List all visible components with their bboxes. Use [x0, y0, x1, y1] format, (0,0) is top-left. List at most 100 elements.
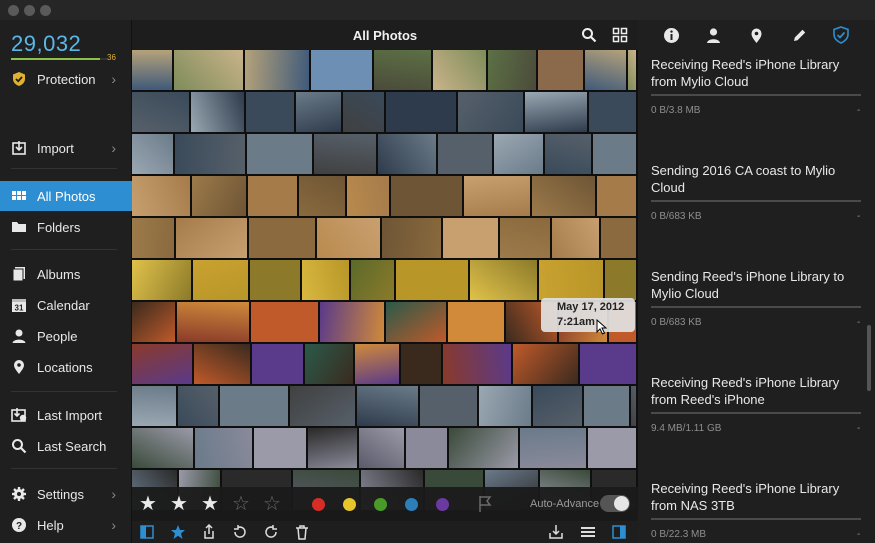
photo-thumbnail[interactable]	[631, 386, 636, 426]
photo-thumbnail[interactable]	[290, 386, 356, 426]
list-view-icon[interactable]	[580, 524, 596, 540]
photo-thumbnail[interactable]	[347, 176, 389, 216]
photo-thumbnail[interactable]	[190, 92, 244, 132]
color-label-yellow[interactable]	[343, 498, 356, 511]
photo-thumbnail[interactable]	[597, 176, 636, 216]
photo-thumbnail[interactable]	[132, 92, 189, 132]
rotate-left-icon[interactable]	[232, 524, 248, 540]
right-panel-toggle-icon[interactable]	[611, 524, 627, 540]
photo-thumbnail[interactable]	[601, 218, 637, 258]
photo-thumbnail[interactable]	[132, 302, 175, 342]
grid-view-icon[interactable]	[612, 27, 628, 48]
star-rating-4[interactable]: ☆	[232, 494, 250, 514]
photo-thumbnail[interactable]	[176, 302, 249, 342]
sidebar-item-folders[interactable]: Folders	[0, 212, 132, 242]
photo-thumbnail[interactable]	[447, 302, 504, 342]
photo-thumbnail[interactable]	[448, 428, 519, 468]
left-panel-toggle-icon[interactable]	[139, 524, 155, 540]
photo-thumbnail[interactable]	[585, 50, 627, 90]
photo-thumbnail[interactable]	[457, 92, 524, 132]
color-label-green[interactable]	[374, 498, 387, 511]
photo-thumbnail[interactable]	[355, 344, 399, 384]
sidebar-item-albums[interactable]: Albums	[0, 259, 132, 289]
flag-icon[interactable]	[477, 495, 493, 518]
photo-thumbnail[interactable]	[385, 92, 456, 132]
export-icon[interactable]	[548, 524, 564, 540]
photo-thumbnail[interactable]	[538, 50, 584, 90]
photo-thumbnail[interactable]	[584, 386, 630, 426]
shield-icon[interactable]	[832, 26, 850, 44]
sidebar-item-last-search[interactable]: Last Search	[0, 431, 132, 461]
photo-grid[interactable]	[132, 50, 638, 512]
photo-thumbnail[interactable]	[499, 218, 551, 258]
photo-thumbnail[interactable]	[442, 344, 512, 384]
star-rating-2[interactable]: ★	[170, 494, 188, 514]
photo-thumbnail[interactable]	[251, 344, 304, 384]
photo-thumbnail[interactable]	[351, 260, 394, 300]
photo-thumbnail[interactable]	[174, 134, 245, 174]
photo-thumbnail[interactable]	[194, 428, 252, 468]
photo-thumbnail[interactable]	[191, 176, 246, 216]
location-pin-icon[interactable]	[747, 26, 765, 44]
sidebar-item-help[interactable]: ? Help ›	[0, 510, 132, 540]
photo-thumbnail[interactable]	[605, 260, 637, 300]
photo-thumbnail[interactable]	[192, 260, 248, 300]
photo-thumbnail[interactable]	[246, 134, 313, 174]
photo-thumbnail[interactable]	[589, 92, 636, 132]
photo-thumbnail[interactable]	[253, 428, 307, 468]
photo-thumbnail[interactable]	[419, 386, 477, 426]
scrollbar[interactable]	[867, 325, 871, 391]
photo-thumbnail[interactable]	[249, 260, 301, 300]
photo-thumbnail[interactable]	[532, 176, 596, 216]
photo-thumbnail[interactable]	[487, 50, 537, 90]
photo-thumbnail[interactable]	[132, 260, 191, 300]
photo-thumbnail[interactable]	[247, 176, 298, 216]
photo-thumbnail[interactable]	[432, 50, 486, 90]
star-rating-5[interactable]: ☆	[263, 494, 281, 514]
photo-thumbnail[interactable]	[593, 134, 637, 174]
photo-thumbnail[interactable]	[193, 344, 250, 384]
sidebar-item-last-import[interactable]: Last Import	[0, 400, 132, 430]
photo-thumbnail[interactable]	[382, 218, 441, 258]
photo-thumbnail[interactable]	[580, 344, 636, 384]
photo-thumbnail[interactable]	[132, 50, 172, 90]
photo-thumbnail[interactable]	[533, 386, 583, 426]
photo-thumbnail[interactable]	[311, 50, 373, 90]
photo-thumbnail[interactable]	[390, 176, 462, 216]
sidebar-item-import[interactable]: Import ›	[0, 133, 132, 163]
photo-thumbnail[interactable]	[132, 218, 174, 258]
photo-thumbnail[interactable]	[132, 386, 176, 426]
rotate-right-icon[interactable]	[263, 524, 279, 540]
photo-thumbnail[interactable]	[132, 134, 173, 174]
photo-thumbnail[interactable]	[385, 302, 446, 342]
photo-thumbnail[interactable]	[305, 344, 354, 384]
photo-thumbnail[interactable]	[132, 344, 192, 384]
photo-thumbnail[interactable]	[478, 386, 532, 426]
sidebar-item-protection[interactable]: Protection ›	[0, 64, 132, 94]
zoom-window-button[interactable]	[40, 5, 51, 16]
trash-icon[interactable]	[294, 524, 310, 540]
photo-thumbnail[interactable]	[308, 428, 358, 468]
photo-thumbnail[interactable]	[552, 218, 600, 258]
color-label-blue[interactable]	[405, 498, 418, 511]
photo-thumbnail[interactable]	[314, 134, 377, 174]
photo-thumbnail[interactable]	[628, 50, 636, 90]
auto-advance-toggle[interactable]	[600, 495, 630, 512]
photo-thumbnail[interactable]	[320, 302, 384, 342]
photo-thumbnail[interactable]	[463, 176, 531, 216]
close-window-button[interactable]	[8, 5, 19, 16]
share-icon[interactable]	[201, 524, 217, 540]
sidebar-item-all-photos[interactable]: All Photos	[0, 181, 132, 211]
sidebar-item-locations[interactable]: Locations	[0, 352, 132, 382]
photo-thumbnail[interactable]	[539, 260, 604, 300]
sidebar-item-settings[interactable]: Settings ›	[0, 479, 132, 509]
photo-thumbnail[interactable]	[219, 386, 289, 426]
photo-thumbnail[interactable]	[405, 428, 447, 468]
photo-thumbnail[interactable]	[302, 260, 350, 300]
photo-thumbnail[interactable]	[244, 50, 310, 90]
sidebar-item-people[interactable]: People	[0, 321, 132, 351]
photo-thumbnail[interactable]	[545, 134, 592, 174]
photo-thumbnail[interactable]	[343, 92, 384, 132]
photo-thumbnail[interactable]	[296, 92, 342, 132]
photo-thumbnail[interactable]	[132, 428, 193, 468]
